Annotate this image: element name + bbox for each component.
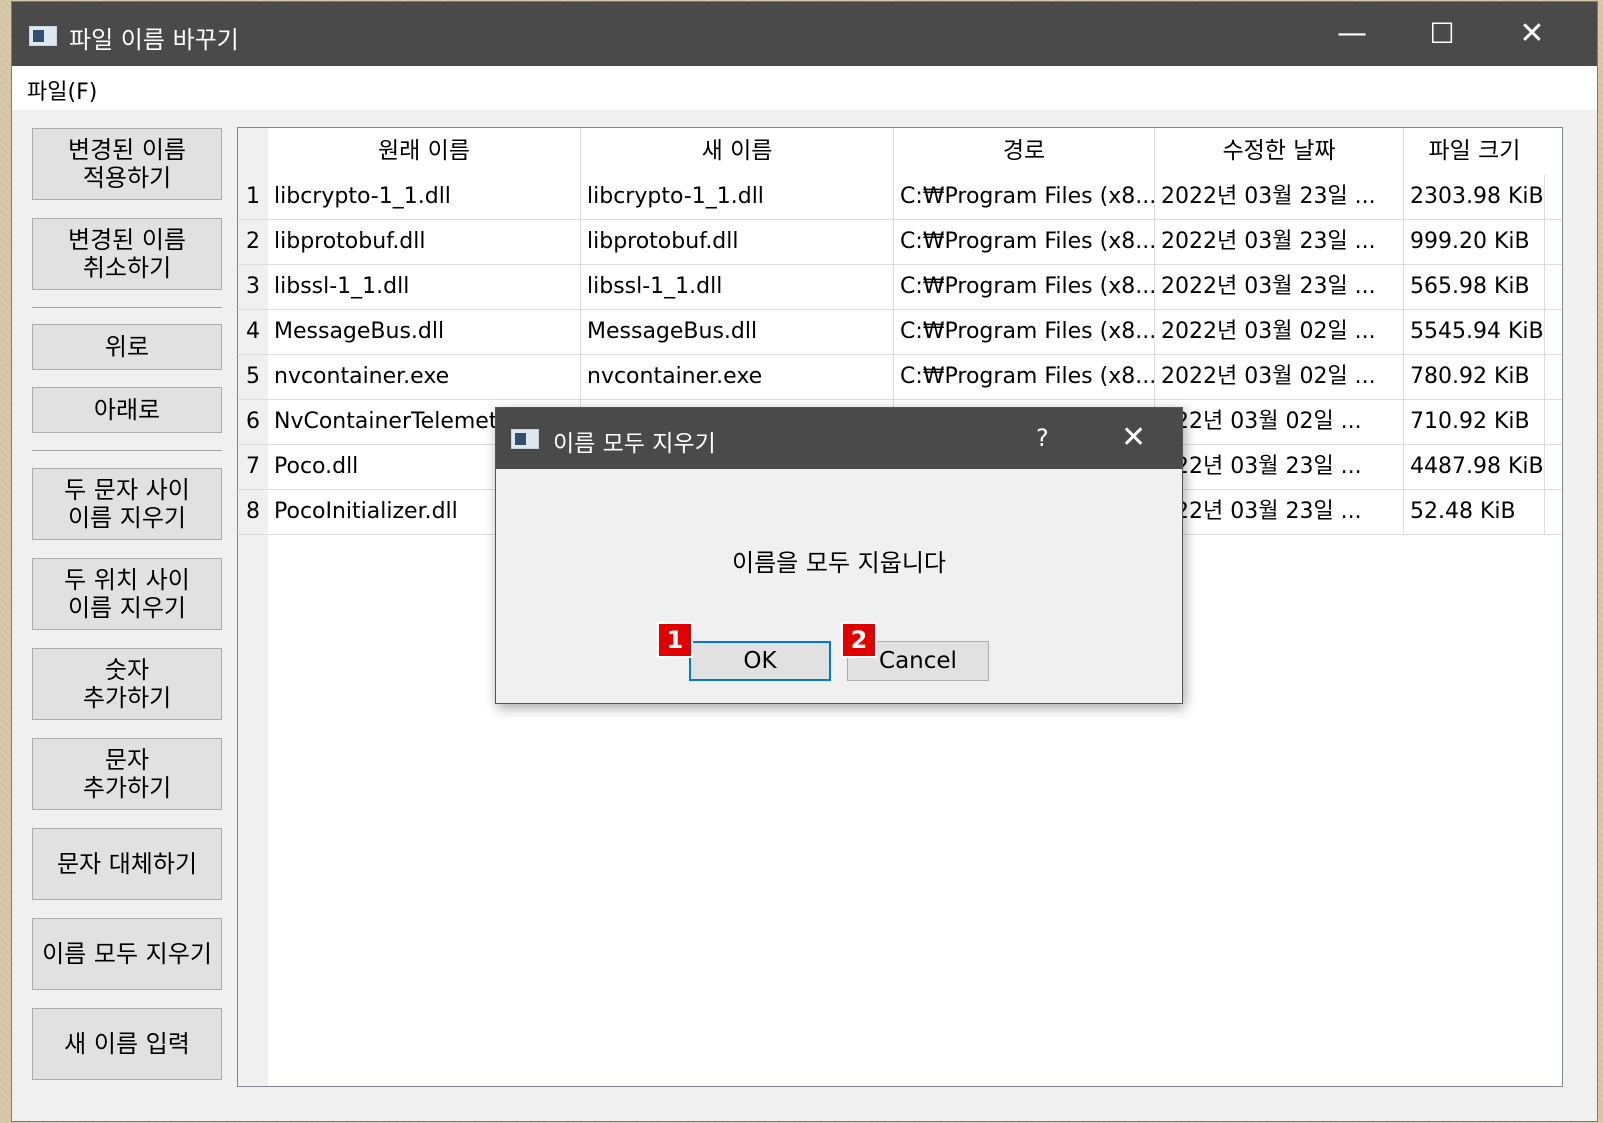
table-row[interactable]: 5 nvcontainer.exe nvcontainer.exe C:₩Pro… bbox=[238, 355, 1562, 400]
cell-file-size: 2303.98 KiB bbox=[1404, 175, 1545, 219]
maximize-button[interactable]: ☐ bbox=[1397, 2, 1487, 66]
row-number: 8 bbox=[238, 490, 268, 534]
dialog-app-icon bbox=[511, 429, 539, 449]
cell-path: C:₩Program Files (x8... bbox=[894, 265, 1155, 309]
replace-text-button[interactable]: 문자 대체하기 bbox=[32, 828, 222, 900]
apply-changes-button[interactable]: 변경된 이름 적용하기 bbox=[32, 128, 222, 200]
window-title: 파일 이름 바꾸기 bbox=[69, 26, 239, 54]
main-window: 파일 이름 바꾸기 — ☐ ✕ 파일(F) 변경된 이름 적용하기 변경된 이름… bbox=[12, 2, 1597, 1121]
dialog-close-button[interactable]: ✕ bbox=[1121, 420, 1146, 455]
row-number: 2 bbox=[238, 220, 268, 264]
menu-bar: 파일(F) bbox=[12, 66, 1597, 110]
cell-path: C:₩Program Files (x8... bbox=[894, 220, 1155, 264]
cell-path: C:₩Program Files (x8... bbox=[894, 310, 1155, 354]
sidebar-separator bbox=[32, 307, 222, 308]
cell-new-name[interactable]: libcrypto-1_1.dll bbox=[581, 175, 894, 219]
ok-button[interactable]: OK bbox=[689, 641, 831, 681]
dialog-message: 이름을 모두 지웁니다 bbox=[732, 549, 946, 577]
column-header-path[interactable]: 경로 bbox=[894, 128, 1155, 175]
dialog-title-bar: 이름 모두 지우기 ? ✕ bbox=[496, 408, 1182, 469]
table-row[interactable]: 4 MessageBus.dll MessageBus.dll C:₩Progr… bbox=[238, 310, 1562, 355]
cell-original-name: libssl-1_1.dll bbox=[268, 265, 581, 309]
cell-original-name: libprotobuf.dll bbox=[268, 220, 581, 264]
annotation-badge-2: 2 bbox=[841, 622, 877, 658]
cancel-changes-button[interactable]: 변경된 이름 취소하기 bbox=[32, 218, 222, 290]
cell-file-size: 4487.98 KiB bbox=[1404, 445, 1545, 489]
cell-modified-date: 2022년 03월 23일 ... bbox=[1155, 220, 1404, 264]
column-header-file-size[interactable]: 파일 크기 bbox=[1404, 128, 1545, 175]
cell-modified-date: 022년 03월 02일 ... bbox=[1155, 400, 1404, 444]
cell-file-size: 52.48 KiB bbox=[1404, 490, 1545, 534]
cell-original-name: nvcontainer.exe bbox=[268, 355, 581, 399]
add-text-button[interactable]: 문자 추가하기 bbox=[32, 738, 222, 810]
cell-file-size: 565.98 KiB bbox=[1404, 265, 1545, 309]
column-header-new-name[interactable]: 새 이름 bbox=[581, 128, 894, 175]
cell-modified-date: 2022년 03월 23일 ... bbox=[1155, 265, 1404, 309]
table-row[interactable]: 3 libssl-1_1.dll libssl-1_1.dll C:₩Progr… bbox=[238, 265, 1562, 310]
row-number: 7 bbox=[238, 445, 268, 489]
clear-names-dialog: 이름 모두 지우기 ? ✕ 이름을 모두 지웁니다 OK Cancel bbox=[495, 407, 1183, 704]
delete-between-chars-button[interactable]: 두 문자 사이 이름 지우기 bbox=[32, 468, 222, 540]
column-header-original-name[interactable]: 원래 이름 bbox=[268, 128, 581, 175]
column-header-modified-date[interactable]: 수정한 날짜 bbox=[1155, 128, 1404, 175]
minimize-button[interactable]: — bbox=[1307, 2, 1397, 66]
add-number-button[interactable]: 숫자 추가하기 bbox=[32, 648, 222, 720]
row-number: 1 bbox=[238, 175, 268, 219]
dialog-title: 이름 모두 지우기 bbox=[553, 431, 716, 457]
cell-original-name: MessageBus.dll bbox=[268, 310, 581, 354]
delete-between-positions-button[interactable]: 두 위치 사이 이름 지우기 bbox=[32, 558, 222, 630]
row-number: 3 bbox=[238, 265, 268, 309]
sidebar-separator bbox=[32, 450, 222, 451]
annotation-badge-1: 1 bbox=[657, 622, 693, 658]
cell-file-size: 999.20 KiB bbox=[1404, 220, 1545, 264]
cell-path: C:₩Program Files (x8... bbox=[894, 175, 1155, 219]
cell-modified-date: 022년 03월 23일 ... bbox=[1155, 490, 1404, 534]
table-row[interactable]: 2 libprotobuf.dll libprotobuf.dll C:₩Pro… bbox=[238, 220, 1562, 265]
cell-new-name[interactable]: libprotobuf.dll bbox=[581, 220, 894, 264]
cell-new-name[interactable]: nvcontainer.exe bbox=[581, 355, 894, 399]
cell-original-name: libcrypto-1_1.dll bbox=[268, 175, 581, 219]
clear-all-names-button[interactable]: 이름 모두 지우기 bbox=[32, 918, 222, 990]
menu-file[interactable]: 파일(F) bbox=[27, 74, 97, 106]
row-number: 5 bbox=[238, 355, 268, 399]
cell-file-size: 5545.94 KiB bbox=[1404, 310, 1545, 354]
move-up-button[interactable]: 위로 bbox=[32, 324, 222, 370]
enter-new-name-button[interactable]: 새 이름 입력 bbox=[32, 1008, 222, 1080]
cell-new-name[interactable]: libssl-1_1.dll bbox=[581, 265, 894, 309]
cell-file-size: 710.92 KiB bbox=[1404, 400, 1545, 444]
close-button[interactable]: ✕ bbox=[1487, 2, 1577, 66]
cell-modified-date: 2022년 03월 23일 ... bbox=[1155, 175, 1404, 219]
cell-modified-date: 022년 03월 23일 ... bbox=[1155, 445, 1404, 489]
table-row[interactable]: 1 libcrypto-1_1.dll libcrypto-1_1.dll C:… bbox=[238, 175, 1562, 220]
row-number: 4 bbox=[238, 310, 268, 354]
row-number: 6 bbox=[238, 400, 268, 444]
title-bar: 파일 이름 바꾸기 — ☐ ✕ bbox=[12, 2, 1597, 66]
help-button[interactable]: ? bbox=[1036, 424, 1049, 452]
cell-modified-date: 2022년 03월 02일 ... bbox=[1155, 310, 1404, 354]
cell-new-name[interactable]: MessageBus.dll bbox=[581, 310, 894, 354]
move-down-button[interactable]: 아래로 bbox=[32, 387, 222, 433]
app-icon bbox=[29, 26, 57, 46]
cell-file-size: 780.92 KiB bbox=[1404, 355, 1545, 399]
cell-modified-date: 2022년 03월 02일 ... bbox=[1155, 355, 1404, 399]
cell-path: C:₩Program Files (x8... bbox=[894, 355, 1155, 399]
